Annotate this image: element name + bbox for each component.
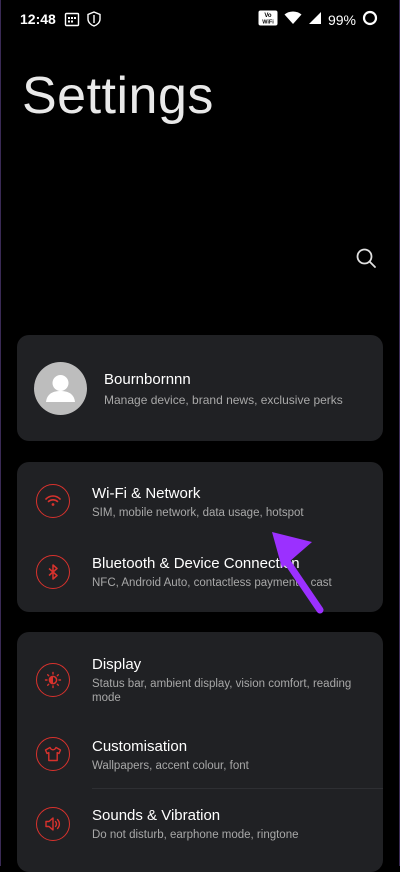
customisation-title: Customisation (92, 738, 188, 755)
person-icon (46, 375, 75, 402)
wifi-status-icon (284, 11, 302, 28)
profile-name: Bournbornnn (104, 371, 191, 388)
status-time: 12:48 (20, 11, 56, 27)
brightness-icon (36, 663, 70, 697)
wifi-icon (36, 484, 70, 518)
bluetooth-icon (36, 555, 70, 589)
settings-item-display[interactable]: Display Status bar, ambient display, vis… (17, 632, 383, 718)
shield-notification-icon (86, 11, 102, 27)
display-title: Display (92, 656, 142, 673)
tshirt-icon (36, 737, 70, 771)
profile-card[interactable]: Bournbornnn Manage device, brand news, e… (17, 335, 383, 441)
battery-percent: 99% (327, 11, 356, 28)
vowifi-icon: Vo WiFi (258, 10, 278, 29)
display-subtitle: Status bar, ambient display, vision comf… (92, 678, 352, 704)
status-bar: 12:48 Vo WiFi 99% (0, 0, 400, 38)
signal-icon (308, 11, 322, 28)
annotation-arrow-icon (272, 532, 324, 614)
search-button[interactable] (354, 246, 378, 270)
page-title: Settings (22, 67, 214, 125)
status-right-group: Vo WiFi 99% (258, 10, 378, 29)
calendar-notification-icon (64, 11, 80, 27)
speaker-icon (36, 807, 70, 841)
search-icon (356, 248, 376, 268)
settings-item-sounds[interactable]: Sounds & Vibration Do not disturb, earph… (17, 789, 383, 859)
avatar (34, 362, 87, 415)
wifi-network-title: Wi-Fi & Network (92, 485, 201, 502)
display-card: Display Status bar, ambient display, vis… (17, 632, 383, 872)
svg-text:Vo: Vo (264, 13, 272, 19)
svg-text:WiFi: WiFi (262, 20, 274, 26)
bluetooth-subtitle: NFC, Android Auto, contactless payments,… (92, 577, 332, 589)
sounds-title: Sounds & Vibration (92, 807, 221, 824)
battery-ring-icon (362, 10, 378, 29)
customisation-subtitle: Wallpapers, accent colour, font (92, 760, 249, 772)
settings-item-customisation[interactable]: Customisation Wallpapers, accent colour,… (17, 718, 383, 788)
wifi-network-subtitle: SIM, mobile network, data usage, hotspot (92, 507, 304, 519)
sounds-subtitle: Do not disturb, earphone mode, ringtone (92, 829, 299, 841)
profile-subtitle: Manage device, brand news, exclusive per… (104, 393, 343, 407)
